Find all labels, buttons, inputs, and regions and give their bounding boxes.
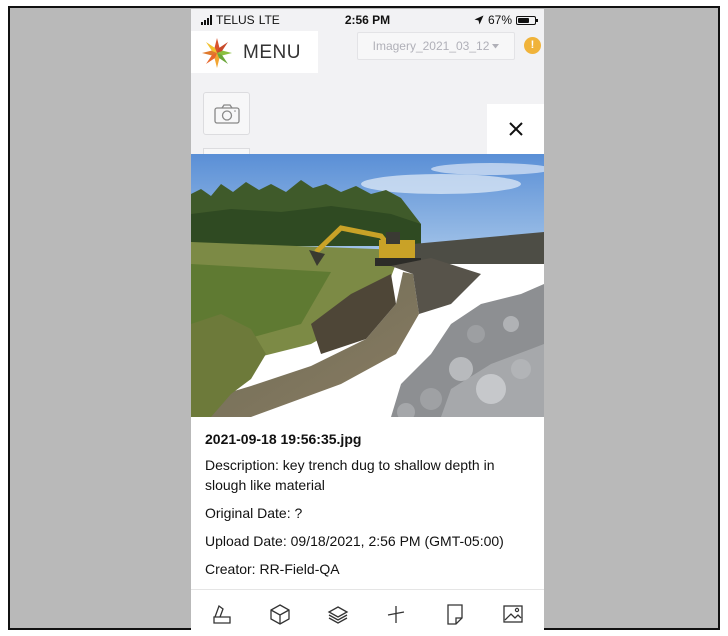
photo-original-date: Original Date: ? [205, 505, 303, 521]
location-arrow-icon [474, 15, 484, 25]
photo-creator: Creator: RR-Field-QA [205, 561, 340, 577]
imagery-label: Imagery_2021_03_12 [372, 39, 490, 53]
camera-button[interactable] [203, 92, 250, 135]
image-icon[interactable] [501, 602, 525, 626]
close-button[interactable] [487, 104, 544, 154]
bottom-toolbar [191, 589, 544, 636]
menu-button[interactable]: MENU [191, 31, 318, 73]
photo-filename: 2021-09-18 19:56:35.jpg [205, 431, 362, 447]
draw-icon[interactable] [384, 602, 408, 626]
battery-icon [516, 15, 538, 25]
imagery-dropdown[interactable]: Imagery_2021_03_12 [357, 32, 515, 60]
page-icon[interactable] [443, 602, 467, 626]
battery-percent: 67% [487, 13, 512, 27]
caret-down-icon [492, 43, 500, 48]
menu-label: MENU [243, 42, 301, 63]
phone-screen: TELUS LTE 2:56 PM 67% MENU Imagery_2021_… [191, 9, 544, 636]
photo-upload-date: Upload Date: 09/18/2021, 2:56 PM (GMT-05… [205, 533, 504, 549]
status-right: 67% [474, 13, 538, 27]
site-photo[interactable] [191, 154, 544, 417]
photo-description: Description: key trench dug to shallow d… [205, 457, 495, 493]
3d-box-icon[interactable] [268, 602, 292, 626]
measure-icon[interactable] [210, 602, 234, 626]
photo-info: 2021-09-18 19:56:35.jpg Description: key… [205, 429, 525, 587]
camera-icon [213, 103, 240, 124]
alert-icon[interactable]: ! [524, 37, 541, 54]
status-bar: TELUS LTE 2:56 PM 67% [191, 9, 544, 31]
photo-panel: 2021-09-18 19:56:35.jpg Description: key… [191, 154, 544, 589]
app-logo [202, 38, 232, 68]
close-icon [508, 122, 523, 136]
layers-icon[interactable] [326, 602, 350, 626]
